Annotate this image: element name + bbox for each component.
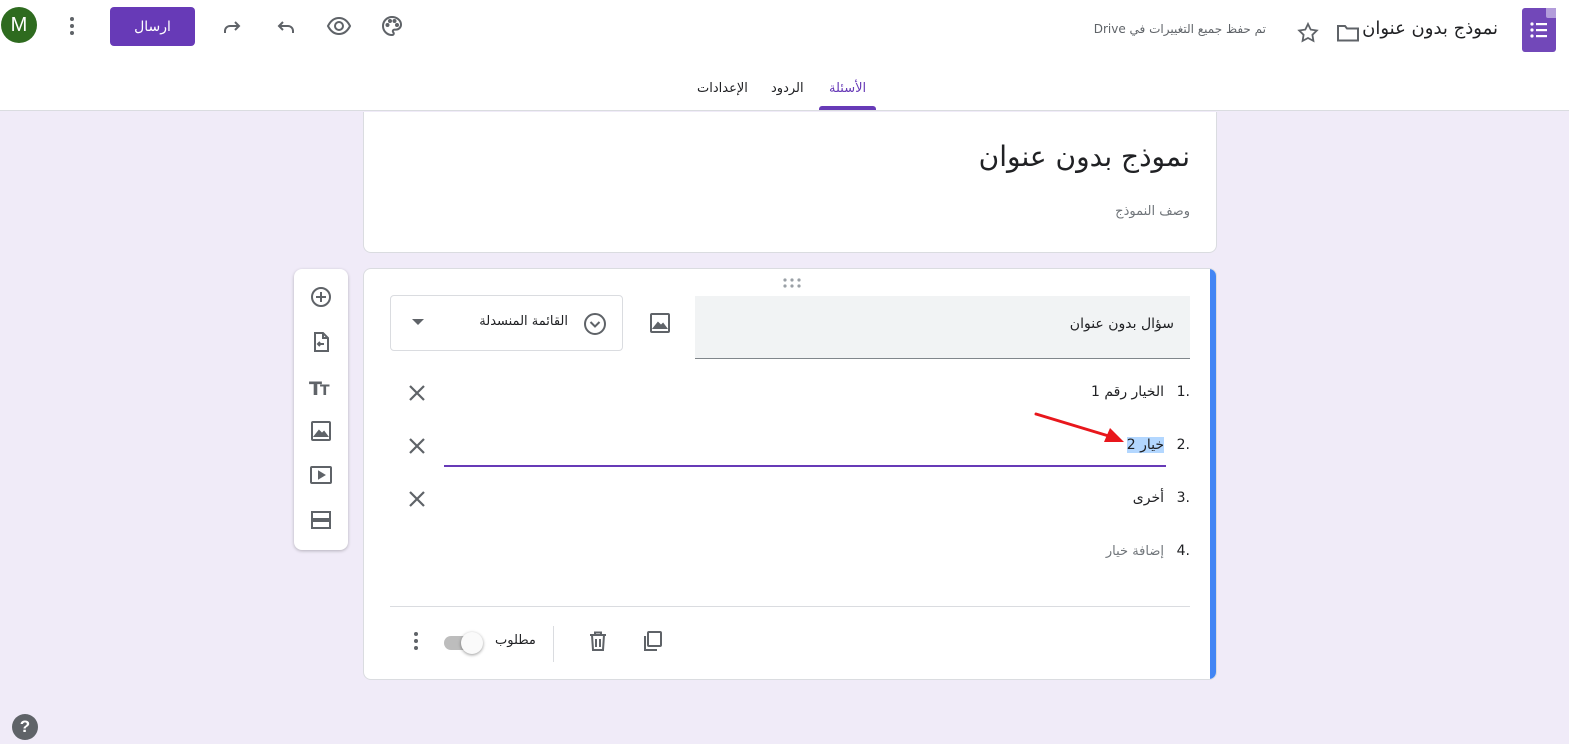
star-icon[interactable]: [1296, 21, 1320, 45]
footer-divider-line: [390, 606, 1190, 607]
redo-icon[interactable]: [220, 14, 244, 38]
focus-indicator-bar: [1210, 269, 1216, 679]
add-question-image-icon[interactable]: [646, 309, 674, 337]
question-type-label: القائمة المنسدلة: [479, 314, 568, 329]
add-section-icon[interactable]: [306, 505, 336, 535]
option-text-2[interactable]: خيار 2: [1126, 437, 1164, 453]
undo-icon[interactable]: [274, 14, 298, 38]
option-number: 1.: [1176, 384, 1190, 400]
add-question-icon[interactable]: [306, 282, 336, 312]
preview-eye-icon[interactable]: [326, 14, 352, 38]
document-title[interactable]: نموذج بدون عنوان: [1362, 18, 1498, 39]
chevron-down-icon: [412, 319, 424, 325]
add-video-icon[interactable]: [306, 460, 336, 490]
floating-toolbar: TT: [294, 269, 348, 550]
option-focus-underline: [444, 465, 1166, 467]
avatar[interactable]: M: [1, 7, 37, 43]
delete-question-trash-icon[interactable]: [584, 627, 612, 655]
folder-icon[interactable]: [1335, 21, 1361, 45]
question-more-options-icon[interactable]: [402, 627, 430, 655]
form-title[interactable]: نموذج بدون عنوان: [979, 140, 1190, 173]
remove-option-3-close-icon[interactable]: [405, 487, 429, 511]
required-label: مطلوب: [495, 633, 536, 648]
option-number: 2.: [1176, 437, 1190, 453]
form-header-card: نموذج بدون عنوان وصف النموذج: [363, 112, 1217, 253]
help-icon[interactable]: ?: [12, 714, 38, 740]
footer-vertical-divider: [553, 626, 554, 662]
question-card[interactable]: سؤال بدون عنوان القائمة المنسدلة 1. الخي…: [363, 268, 1217, 680]
option-number: 4.: [1176, 543, 1190, 559]
active-tab-indicator: [819, 106, 876, 110]
option-text-3[interactable]: أخرى: [1133, 490, 1164, 506]
remove-option-1-close-icon[interactable]: [405, 381, 429, 405]
send-button[interactable]: ارسال: [110, 7, 195, 46]
selected-option-text: خيار 2: [1126, 437, 1164, 453]
svg-text:T: T: [320, 383, 330, 399]
palette-icon[interactable]: [380, 14, 404, 38]
app-header: M ارسال تم حفظ جميع التغييرات في Drive ن…: [0, 0, 1569, 111]
question-type-dropdown[interactable]: القائمة المنسدلة: [390, 295, 623, 351]
duplicate-question-icon[interactable]: [638, 627, 666, 655]
option-number: 3.: [1176, 490, 1190, 506]
add-title-description-icon[interactable]: TT: [306, 372, 336, 402]
option-text-1[interactable]: الخيار رقم 1: [1091, 384, 1164, 400]
remove-option-2-close-icon[interactable]: [405, 434, 429, 458]
question-title-input[interactable]: سؤال بدون عنوان: [695, 296, 1190, 359]
required-toggle-knob[interactable]: [461, 632, 483, 654]
add-image-icon[interactable]: [306, 416, 336, 446]
dropdown-circle-icon: [582, 311, 608, 341]
add-option-field[interactable]: إضافة خيار: [1106, 544, 1164, 559]
tab-responses[interactable]: الردود: [771, 81, 804, 96]
form-description-field[interactable]: وصف النموذج: [1115, 204, 1190, 219]
tab-questions[interactable]: الأسئلة: [829, 81, 866, 96]
save-status: تم حفظ جميع التغييرات في Drive: [1093, 22, 1266, 36]
forms-logo-icon[interactable]: [1522, 8, 1556, 52]
tab-settings[interactable]: الإعدادات: [697, 81, 748, 96]
more-options-icon[interactable]: [60, 14, 84, 38]
import-questions-icon[interactable]: [306, 327, 336, 357]
question-title-text: سؤال بدون عنوان: [1069, 316, 1174, 332]
drag-handle-icon[interactable]: [782, 277, 802, 292]
